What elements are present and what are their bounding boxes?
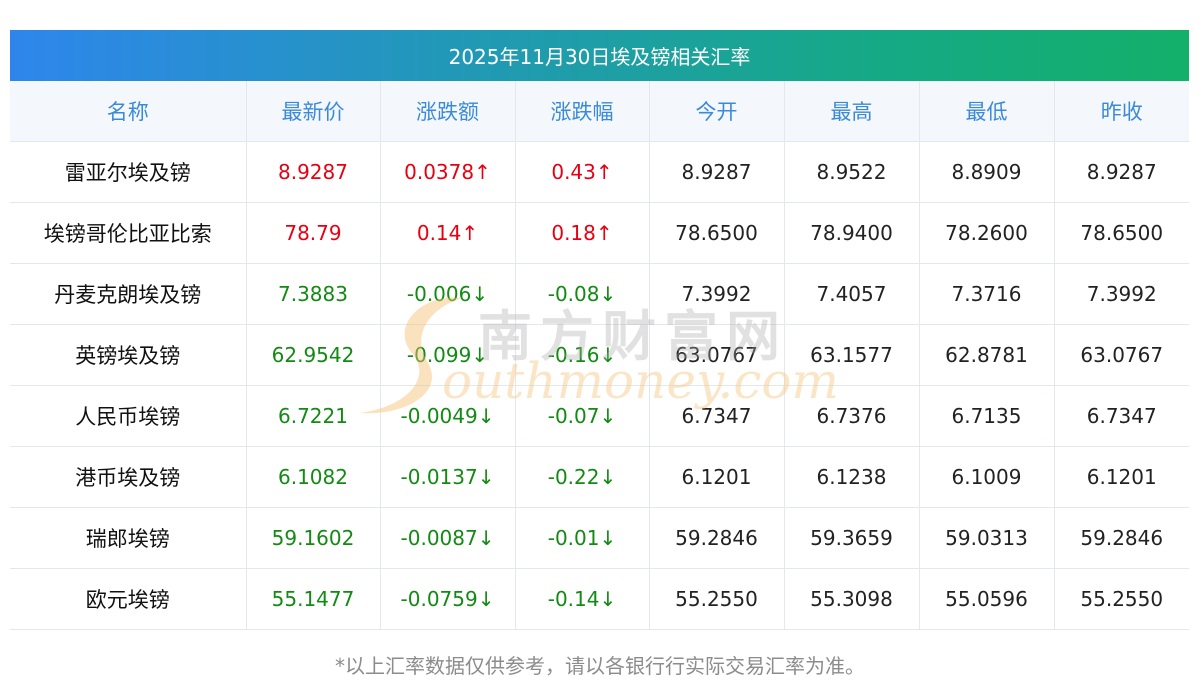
cell-latest: 78.79 [245, 202, 380, 264]
header-name: 名称 [10, 81, 246, 142]
table-row: 瑞郎埃镑 59.1602 -0.0087↓ -0.01↓ 59.2846 59.… [10, 507, 1189, 569]
cell-name: 瑞郎埃镑 [10, 507, 246, 569]
table-row: 丹麦克朗埃及镑 7.3883 -0.006↓ -0.08↓ 7.3992 7.4… [10, 263, 1189, 325]
cell-prev-close: 63.0767 [1053, 324, 1189, 386]
cell-name: 港币埃及镑 [10, 446, 246, 508]
cell-open: 7.3992 [648, 263, 784, 325]
cell-low: 55.0596 [918, 568, 1054, 630]
cell-low: 8.8909 [918, 141, 1054, 203]
cell-change-pct: -0.22↓ [514, 446, 649, 508]
cell-prev-close: 6.1201 [1053, 446, 1189, 508]
cell-change-pct: -0.01↓ [514, 507, 649, 569]
cell-change-pct: -0.14↓ [514, 568, 649, 630]
cell-change-pct: -0.07↓ [514, 385, 649, 447]
cell-change-pct: -0.08↓ [514, 263, 649, 325]
cell-prev-close: 8.9287 [1053, 141, 1189, 203]
cell-high: 6.7376 [783, 385, 919, 447]
header-change: 涨跌额 [379, 81, 515, 142]
header-prev-close: 昨收 [1053, 81, 1189, 142]
cell-open: 6.7347 [648, 385, 784, 447]
header-open: 今开 [648, 81, 784, 142]
cell-name: 丹麦克朗埃及镑 [10, 263, 246, 325]
table-title: 2025年11月30日埃及镑相关汇率 [10, 30, 1189, 81]
cell-low: 7.3716 [918, 263, 1054, 325]
cell-prev-close: 59.2846 [1053, 507, 1189, 569]
cell-name: 埃镑哥伦比亚比索 [10, 202, 246, 264]
cell-latest: 6.1082 [245, 446, 380, 508]
cell-name: 人民币埃镑 [10, 385, 246, 447]
cell-prev-close: 55.2550 [1053, 568, 1189, 630]
rate-table-container: 2025年11月30日埃及镑相关汇率 名称 最新价 涨跌额 涨跌幅 今开 最高 … [10, 30, 1189, 630]
cell-name: 英镑埃及镑 [10, 324, 246, 386]
cell-change: 0.14↑ [379, 202, 515, 264]
header-high: 最高 [783, 81, 919, 142]
header-change-pct: 涨跌幅 [514, 81, 649, 142]
cell-low: 78.2600 [918, 202, 1054, 264]
cell-high: 55.3098 [783, 568, 919, 630]
table-header-row: 名称 最新价 涨跌额 涨跌幅 今开 最高 最低 昨收 [10, 81, 1189, 142]
header-low: 最低 [918, 81, 1054, 142]
cell-low: 59.0313 [918, 507, 1054, 569]
cell-change: -0.099↓ [379, 324, 515, 386]
cell-high: 59.3659 [783, 507, 919, 569]
cell-prev-close: 78.6500 [1053, 202, 1189, 264]
cell-open: 63.0767 [648, 324, 784, 386]
cell-high: 8.9522 [783, 141, 919, 203]
header-latest: 最新价 [245, 81, 380, 142]
cell-latest: 59.1602 [245, 507, 380, 569]
cell-latest: 8.9287 [245, 141, 380, 203]
cell-change: -0.0137↓ [379, 446, 515, 508]
cell-change-pct: 0.18↑ [514, 202, 649, 264]
cell-open: 78.6500 [648, 202, 784, 264]
table-row: 欧元埃镑 55.1477 -0.0759↓ -0.14↓ 55.2550 55.… [10, 568, 1189, 630]
cell-latest: 6.7221 [245, 385, 380, 447]
cell-name: 雷亚尔埃及镑 [10, 141, 246, 203]
cell-name: 欧元埃镑 [10, 568, 246, 630]
table-row: 港币埃及镑 6.1082 -0.0137↓ -0.22↓ 6.1201 6.12… [10, 446, 1189, 508]
disclaimer-note: *以上汇率数据仅供参考，请以各银行行实际交易汇率为准。 [335, 654, 865, 678]
cell-high: 78.9400 [783, 202, 919, 264]
table-row: 人民币埃镑 6.7221 -0.0049↓ -0.07↓ 6.7347 6.73… [10, 385, 1189, 447]
cell-change: -0.0049↓ [379, 385, 515, 447]
cell-open: 6.1201 [648, 446, 784, 508]
cell-open: 59.2846 [648, 507, 784, 569]
cell-high: 7.4057 [783, 263, 919, 325]
cell-latest: 62.9542 [245, 324, 380, 386]
cell-latest: 7.3883 [245, 263, 380, 325]
cell-high: 6.1238 [783, 446, 919, 508]
cell-change: 0.0378↑ [379, 141, 515, 203]
cell-change-pct: -0.16↓ [514, 324, 649, 386]
cell-low: 6.7135 [918, 385, 1054, 447]
cell-high: 63.1577 [783, 324, 919, 386]
cell-change: -0.006↓ [379, 263, 515, 325]
cell-low: 6.1009 [918, 446, 1054, 508]
cell-change-pct: 0.43↑ [514, 141, 649, 203]
table-row: 雷亚尔埃及镑 8.9287 0.0378↑ 0.43↑ 8.9287 8.952… [10, 141, 1189, 203]
exchange-rate-table: 名称 最新价 涨跌额 涨跌幅 今开 最高 最低 昨收 雷亚尔埃及镑 8.9287… [10, 81, 1189, 630]
cell-change: -0.0087↓ [379, 507, 515, 569]
cell-prev-close: 7.3992 [1053, 263, 1189, 325]
cell-prev-close: 6.7347 [1053, 385, 1189, 447]
cell-open: 8.9287 [648, 141, 784, 203]
cell-latest: 55.1477 [245, 568, 380, 630]
cell-change: -0.0759↓ [379, 568, 515, 630]
table-row: 埃镑哥伦比亚比索 78.79 0.14↑ 0.18↑ 78.6500 78.94… [10, 202, 1189, 264]
cell-open: 55.2550 [648, 568, 784, 630]
cell-low: 62.8781 [918, 324, 1054, 386]
table-row: 英镑埃及镑 62.9542 -0.099↓ -0.16↓ 63.0767 63.… [10, 324, 1189, 386]
